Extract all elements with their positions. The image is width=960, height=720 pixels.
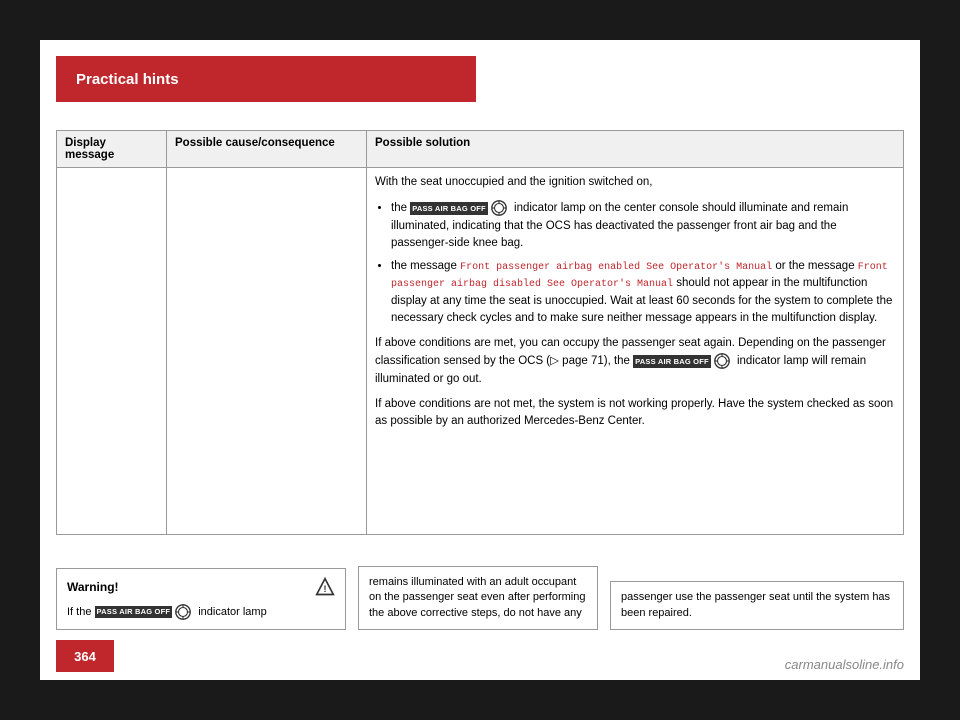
warning-title-row: Warning! ! — [67, 577, 335, 597]
warning-airbag-icon — [174, 603, 192, 621]
solution-cell: With the seat unoccupied and the ignitio… — [367, 168, 904, 535]
warning-end-text: passenger use the passenger seat until t… — [621, 591, 890, 618]
main-table-wrapper: Display message Possible cause/consequen… — [56, 130, 904, 535]
col-header-display: Display message — [57, 131, 167, 168]
warning-box: Warning! ! If the PASS AIR BAG OFF indic… — [56, 568, 346, 630]
warning-body: If the PASS AIR BAG OFF indicator lamp — [67, 603, 335, 621]
warning-badge: PASS AIR BAG OFF — [95, 603, 196, 621]
warning-badge-text: PASS AIR BAG OFF — [95, 606, 173, 619]
col-header-solution: Possible solution — [367, 131, 904, 168]
badge-text-1: PASS AIR BAG OFF — [410, 202, 488, 215]
watermark-text: carmanualsoline.info — [785, 657, 904, 672]
solution-item-1: the PASS AIR BAG OFF — [391, 199, 895, 252]
solution-para2: If above conditions are not met, the sys… — [375, 396, 895, 431]
pass-badge-2: PASS AIR BAG OFF — [633, 352, 734, 370]
solution-intro: With the seat unoccupied and the ignitio… — [375, 174, 895, 191]
warning-triangle-icon: ! — [315, 577, 335, 597]
svg-text:!: ! — [323, 584, 326, 594]
cause-cell — [167, 168, 367, 535]
page-number-box: 364 — [56, 640, 114, 672]
warning-continues-text: remains illuminated with an adult occupa… — [369, 576, 585, 619]
warning-prefix: If the — [67, 606, 91, 618]
watermark: carmanualsoline.info — [785, 657, 904, 672]
warning-suffix: indicator lamp — [198, 606, 266, 618]
solution-item-2: the message Front passenger airbag enabl… — [391, 258, 895, 327]
warning-end-box: passenger use the passenger seat until t… — [610, 581, 904, 630]
warning-continues-box: remains illuminated with an adult occupa… — [358, 566, 598, 630]
airbag-icon-1 — [490, 199, 508, 217]
col-header-cause: Possible cause/consequence — [167, 131, 367, 168]
pass-badge-1: PASS AIR BAG OFF — [410, 199, 511, 217]
display-message-cell — [57, 168, 167, 535]
header-bar: Practical hints — [56, 56, 476, 102]
solution-list: the PASS AIR BAG OFF — [391, 199, 895, 327]
code-text-1: Front passenger airbag enabled See Opera… — [460, 262, 772, 273]
bullet2-mid: or the message — [775, 260, 854, 272]
page-title: Practical hints — [76, 71, 179, 88]
airbag-icon-2 — [713, 352, 731, 370]
solution-para1: If above conditions are met, you can occ… — [375, 335, 895, 388]
bullet1-prefix: the — [391, 202, 407, 214]
main-content-table: Display message Possible cause/consequen… — [56, 130, 904, 535]
warning-label: Warning! — [67, 580, 119, 594]
page-number: 364 — [74, 649, 96, 664]
bullet2-prefix: the message — [391, 260, 457, 272]
badge-text-2: PASS AIR BAG OFF — [633, 355, 711, 368]
